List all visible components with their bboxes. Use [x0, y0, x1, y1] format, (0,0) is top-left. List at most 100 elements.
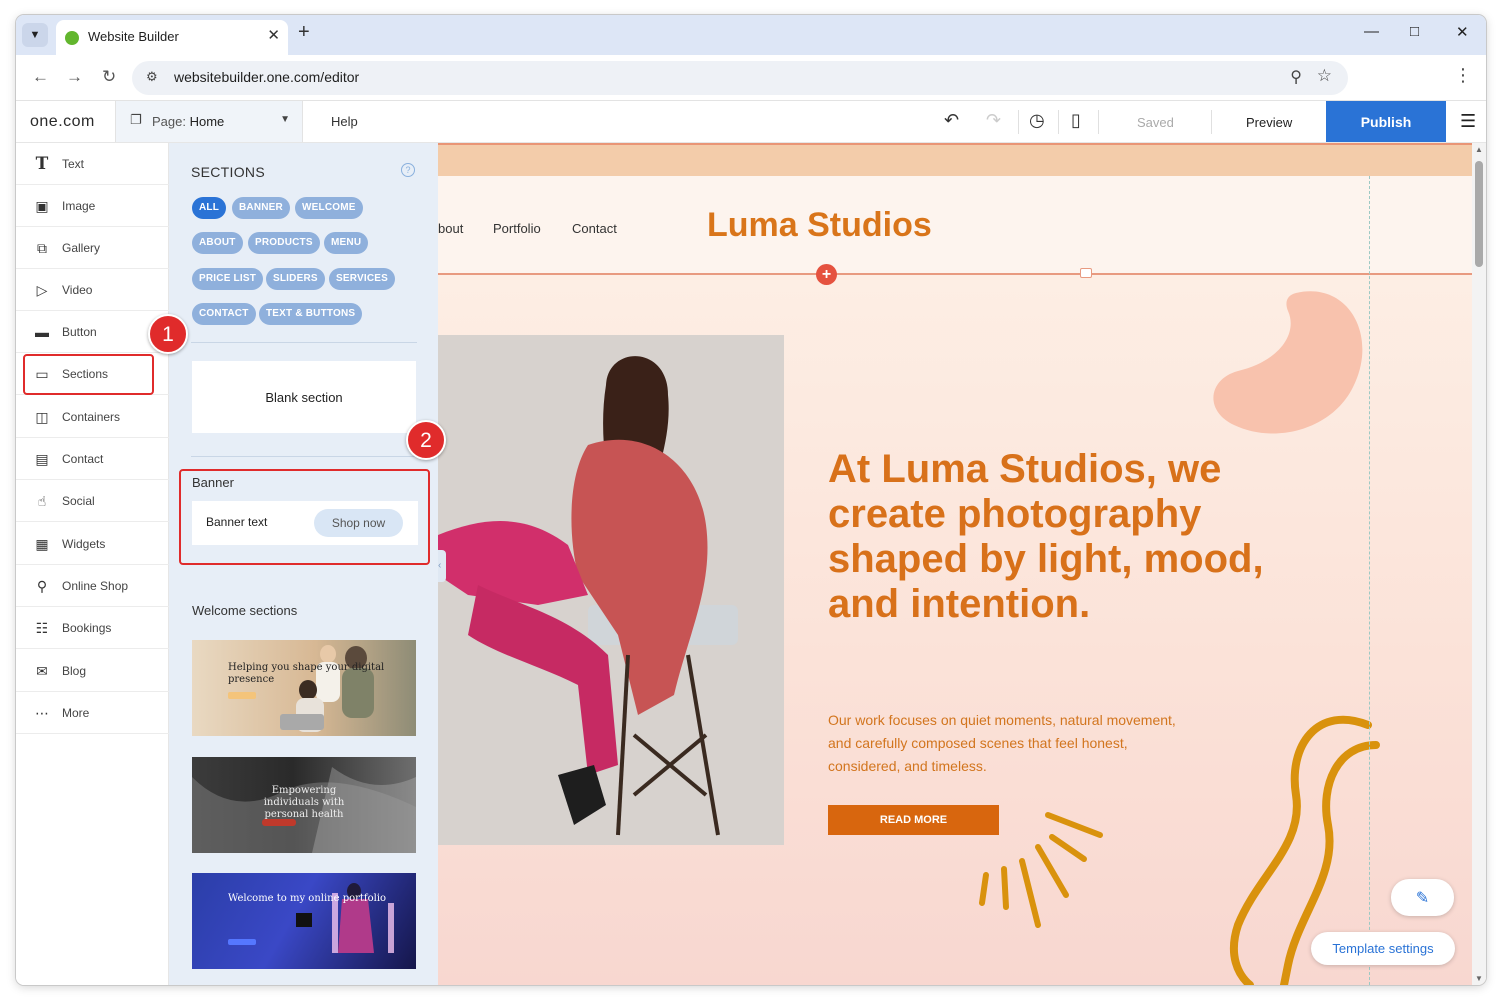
filter-chip-products[interactable]: PRODUCTS	[248, 232, 320, 254]
hero-headline[interactable]: At Luma Studios, we create photography s…	[828, 447, 1288, 627]
tool-social[interactable]: ☝ Social	[16, 480, 169, 522]
read-more-button[interactable]: READ MORE	[828, 805, 999, 835]
nav-link-about[interactable]: bout	[438, 221, 463, 236]
more-icon: ⋯	[35, 705, 49, 721]
close-tab-icon[interactable]: ✕	[267, 26, 280, 44]
nav-link-portfolio[interactable]: Portfolio	[493, 221, 541, 236]
filter-chip-services[interactable]: SERVICES	[329, 268, 395, 290]
url-text: websitebuilder.one.com/editor	[174, 69, 360, 85]
browser-menu-icon[interactable]: ⋮	[1454, 65, 1472, 86]
site-brand[interactable]: Luma Studios	[707, 206, 932, 245]
video-icon: ▷	[36, 282, 48, 298]
thumbnail-title: Empowering individuals with personal hea…	[263, 785, 345, 820]
header-divider	[438, 273, 1472, 275]
guide-line	[1369, 176, 1370, 985]
thumbnail-button	[228, 692, 256, 699]
divider	[191, 456, 417, 457]
hamburger-menu-icon[interactable]: ☰	[1460, 111, 1476, 132]
thumbnail-title: Helping you shape your digital presence	[228, 662, 385, 685]
welcome-thumbnail[interactable]: Welcome to my online portfolio	[192, 873, 416, 969]
close-window-icon[interactable]: ✕	[1456, 23, 1469, 41]
tool-contact[interactable]: ▤ Contact	[16, 438, 169, 480]
welcome-heading: Welcome sections	[192, 603, 298, 618]
filter-chip-banner[interactable]: BANNER	[232, 197, 290, 219]
toolbar-divider	[1211, 110, 1212, 134]
canvas-scrollbar[interactable]: ▲ ▼	[1472, 143, 1486, 985]
filter-chip-about[interactable]: ABOUT	[192, 232, 243, 254]
design-tools-button[interactable]: ✎	[1391, 879, 1454, 916]
tool-gallery[interactable]: ⧉ Gallery	[16, 227, 169, 269]
scroll-thumb[interactable]	[1475, 161, 1483, 267]
url-field[interactable]: ⚙ websitebuilder.one.com/editor ⚲ ☆	[132, 61, 1348, 95]
back-icon[interactable]: ←	[32, 67, 49, 87]
filter-chip-contact[interactable]: CONTACT	[192, 303, 256, 325]
annotation-box-sections	[23, 354, 154, 395]
editor-toolbar: one.com ❐ Page: Home ▼ Help ↶ ↷ ◷ ▯ Save…	[16, 101, 1486, 143]
tool-button[interactable]: ▬ Button	[16, 311, 169, 353]
tool-label: Video	[62, 283, 93, 297]
calendar-icon: ☷	[35, 620, 49, 636]
preview-button[interactable]: Preview	[1246, 115, 1292, 130]
tool-more[interactable]: ⋯ More	[16, 692, 169, 734]
cart-icon: ⚲	[36, 578, 48, 594]
image-icon: ▣	[35, 198, 49, 214]
text-icon: T	[35, 154, 49, 174]
redo-icon[interactable]: ↷	[986, 110, 1001, 131]
undo-icon[interactable]: ↶	[944, 110, 959, 131]
reload-icon[interactable]: ↻	[102, 67, 116, 87]
filter-chip-menu[interactable]: MENU	[324, 232, 369, 254]
tool-image[interactable]: ▣ Image	[16, 185, 169, 227]
welcome-thumbnail[interactable]: Helping you shape your digital presence	[192, 640, 416, 736]
scroll-up-icon[interactable]: ▲	[1475, 145, 1483, 154]
bookmark-star-icon[interactable]: ☆	[1317, 66, 1332, 86]
help-menu[interactable]: Help	[331, 114, 358, 129]
minimize-icon[interactable]: —	[1364, 23, 1379, 40]
filter-chip-price-list[interactable]: PRICE LIST	[192, 268, 264, 290]
hero-body-text[interactable]: Our work focuses on quiet moments, natur…	[828, 709, 1198, 778]
top-strip	[438, 143, 1472, 176]
website-canvas[interactable]: bout Portfolio Contact Luma Studios + At…	[438, 143, 1486, 985]
new-tab-button[interactable]: +	[298, 21, 310, 44]
panel-collapse-handle[interactable]: ‹	[438, 550, 446, 582]
blank-section-card[interactable]: Blank section	[192, 361, 416, 433]
tool-blog[interactable]: ✉ Blog	[16, 650, 169, 692]
filter-chip-welcome[interactable]: WELCOME	[295, 197, 363, 219]
toolbar-divider	[1058, 110, 1059, 134]
template-settings-button[interactable]: Template settings	[1311, 932, 1455, 965]
filter-chip-text-buttons[interactable]: TEXT & BUTTONS	[259, 303, 363, 325]
forward-icon[interactable]: →	[66, 67, 83, 87]
tool-video[interactable]: ▷ Video	[16, 269, 169, 311]
hero-photo[interactable]	[438, 335, 784, 845]
maximize-icon[interactable]: □	[1410, 23, 1419, 40]
welcome-thumbnail[interactable]: Empowering individuals with personal hea…	[192, 757, 416, 853]
help-icon[interactable]: ?	[401, 163, 415, 177]
filter-chip-sliders[interactable]: SLIDERS	[266, 268, 325, 290]
paint-icon: ✎	[1415, 889, 1430, 907]
tool-bookings[interactable]: ☷ Bookings	[16, 607, 169, 649]
browser-tab[interactable]: Website Builder ✕	[56, 20, 288, 55]
zoom-icon[interactable]: ⚲	[1290, 67, 1302, 87]
filter-chip-all[interactable]: ALL	[192, 197, 227, 219]
page-selector[interactable]: ❐ Page: Home ▼	[115, 101, 303, 142]
site-info-icon[interactable]: ⚙	[146, 69, 158, 85]
tab-search-button[interactable]: ▼	[22, 23, 48, 47]
page-icon: ❐	[130, 112, 142, 127]
add-section-icon[interactable]: +	[816, 264, 837, 285]
chevron-down-icon: ▼	[29, 29, 41, 41]
nav-link-contact[interactable]: Contact	[572, 221, 617, 236]
publish-button[interactable]: Publish	[1326, 101, 1446, 142]
tool-label: Blog	[62, 664, 87, 678]
address-bar: ← → ↻ ⚙ websitebuilder.one.com/editor ⚲ …	[16, 55, 1486, 101]
tool-online-shop[interactable]: ⚲ Online Shop	[16, 565, 169, 607]
tool-containers[interactable]: ◫ Containers	[16, 396, 169, 438]
section-handle-icon[interactable]	[1080, 268, 1092, 278]
thumbnail-art	[296, 883, 394, 953]
mobile-view-icon[interactable]: ▯	[1071, 110, 1081, 131]
history-icon[interactable]: ◷	[1029, 110, 1045, 131]
tool-widgets[interactable]: ▦ Widgets	[16, 523, 169, 565]
page-value: Home	[189, 114, 225, 129]
one-com-logo: one.com	[30, 113, 95, 130]
tool-text[interactable]: T Text	[16, 143, 169, 185]
scroll-down-icon[interactable]: ▼	[1475, 974, 1483, 983]
saved-status: Saved	[1137, 115, 1174, 130]
